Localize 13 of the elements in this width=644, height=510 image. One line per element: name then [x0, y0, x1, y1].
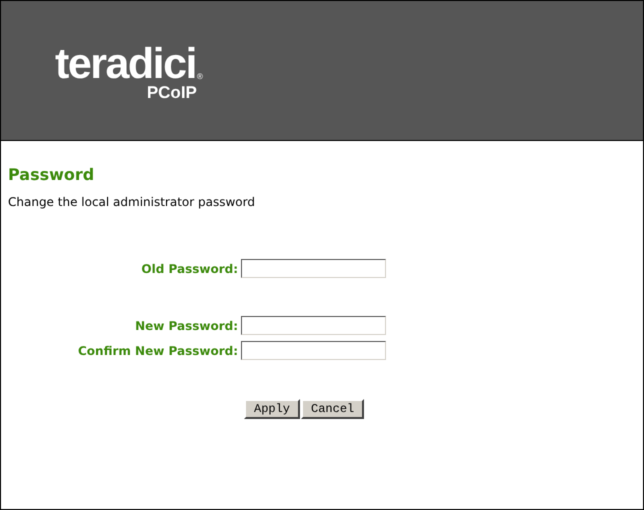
cancel-button[interactable]: Cancel: [301, 399, 364, 420]
field-label: New Password:: [134, 318, 239, 335]
page-title: Password: [8, 165, 96, 184]
field-label: Confirm New Password:: [76, 342, 239, 360]
logo-wordmark: teradici: [55, 43, 196, 86]
password-field[interactable]: [241, 341, 386, 360]
registered-mark: ®: [196, 73, 203, 81]
password-field[interactable]: [241, 316, 386, 336]
field-label: Old Password:: [140, 260, 239, 278]
logo-product-name: PCoIP: [146, 84, 197, 101]
password-field[interactable]: [241, 259, 386, 278]
page-description: Change the local administrator password: [8, 194, 256, 212]
apply-button[interactable]: Apply: [244, 399, 300, 420]
